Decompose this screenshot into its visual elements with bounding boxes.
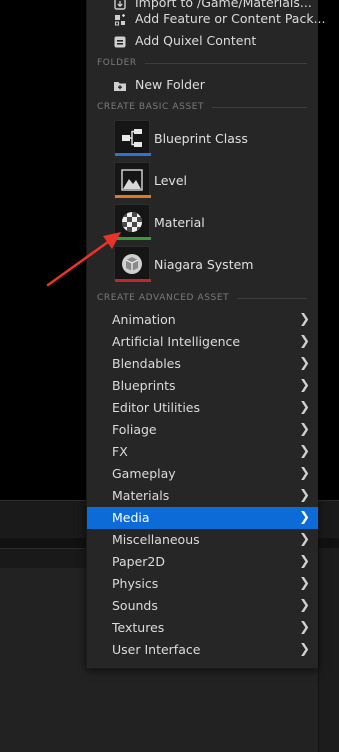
annotation-arrow [46, 232, 121, 287]
